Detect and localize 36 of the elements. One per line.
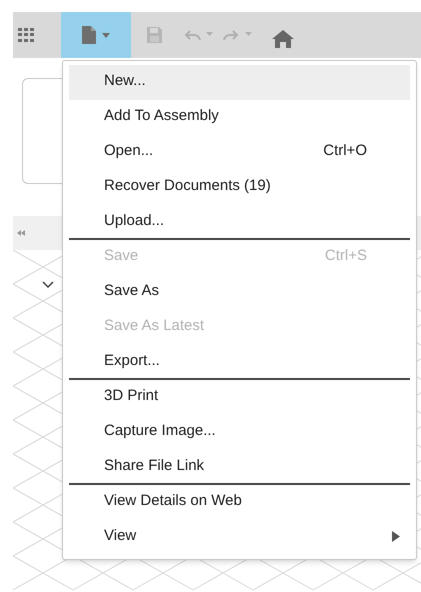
menu-item[interactable]: View (69, 520, 410, 555)
file-button[interactable] (61, 12, 131, 58)
menu-item[interactable]: 3D Print (69, 380, 410, 415)
menu-item-label: Open... (104, 141, 154, 162)
document-icon (82, 26, 96, 44)
menu-item[interactable]: View Details on Web (69, 485, 410, 520)
menu-item-label: 3D Print (104, 386, 160, 406)
menu-item[interactable]: Capture Image... (69, 415, 410, 450)
collapse-icon[interactable] (17, 230, 25, 236)
submenu-arrow-icon (392, 531, 400, 542)
menu-item-label: Export... (104, 351, 161, 372)
menu-item[interactable]: Recover Documents (19) (69, 170, 410, 205)
menu-item-label: View Details on Web (104, 491, 243, 512)
grid-icon[interactable] (18, 28, 34, 42)
menu-item-label: Upload... (104, 211, 166, 232)
menu-item-label: Recover Documents (19) (104, 176, 272, 196)
caret-icon (102, 32, 110, 38)
menu-item-label: Save As Latest (104, 316, 206, 336)
menu-item[interactable]: Open... Ctrl+O (69, 135, 410, 170)
shortcut-label: Ctrl+O (323, 141, 367, 162)
menu-item[interactable]: Save As (69, 275, 410, 310)
menu-item-label: New... (104, 71, 147, 92)
menu-item[interactable]: Upload... (69, 205, 410, 240)
menu-item-label: Capture Image... (104, 421, 217, 442)
menu-item[interactable]: Export... (69, 345, 410, 380)
menu-item[interactable]: Add To Assembly (69, 100, 410, 135)
chevron-icon[interactable] (42, 281, 54, 289)
menu-item-label: Share File Link (104, 456, 206, 476)
menu-item[interactable]: Share File Link (69, 450, 410, 485)
menu-item-label: Save As (104, 281, 160, 302)
shortcut-label: Ctrl+S (324, 246, 367, 266)
menu-item[interactable]: New... (69, 65, 410, 100)
menu-item-label: View (104, 526, 138, 546)
home-icon[interactable] (272, 30, 294, 48)
menu-item-label: Add To Assembly (104, 106, 220, 126)
menu-item-label: Save (104, 246, 140, 266)
